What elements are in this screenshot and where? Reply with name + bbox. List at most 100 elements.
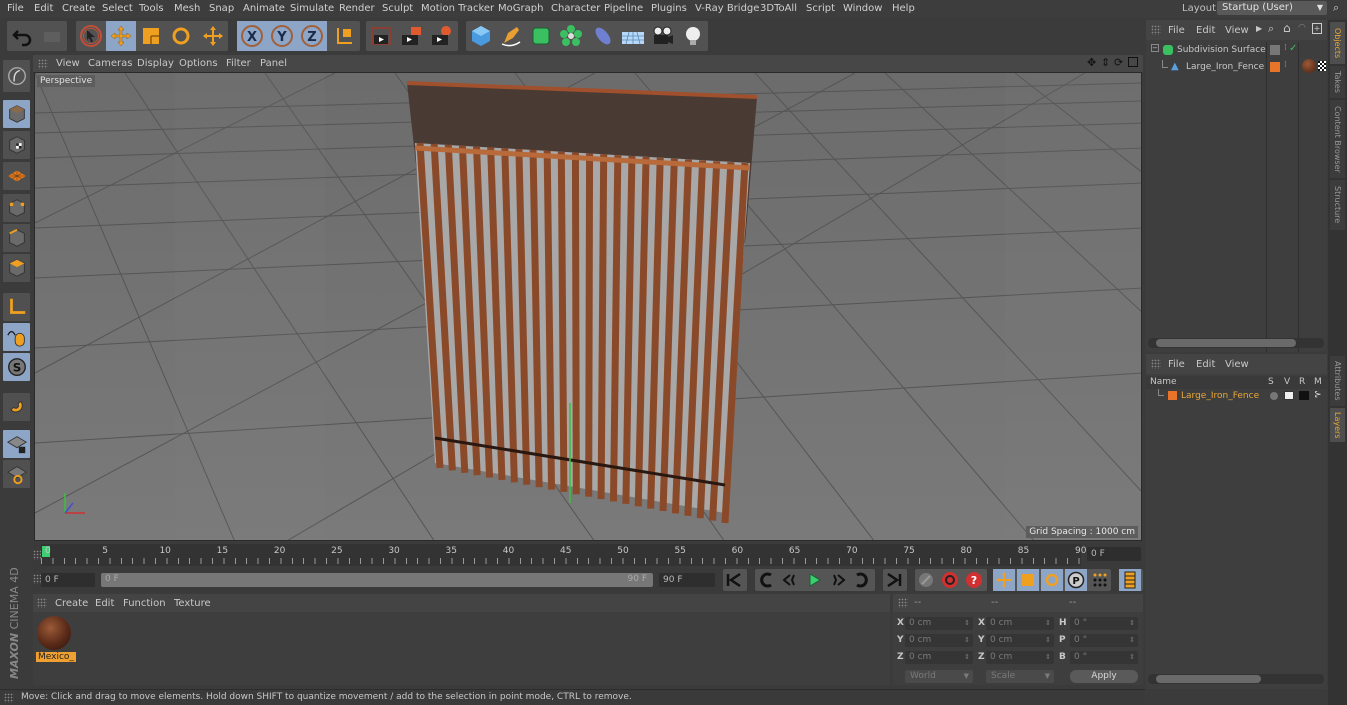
- menu-window[interactable]: Window: [843, 3, 882, 14]
- live-selection-button[interactable]: [76, 21, 106, 51]
- go-to-start-button[interactable]: [723, 569, 745, 591]
- tab-content-browser[interactable]: Content Browser: [1330, 100, 1345, 178]
- object-menu-view[interactable]: View: [1225, 25, 1249, 36]
- eye-icon[interactable]: ◠: [1298, 23, 1306, 33]
- subdivision-surface-button[interactable]: [526, 21, 556, 51]
- points-mode-button[interactable]: [3, 194, 30, 222]
- render-settings-button[interactable]: [426, 21, 456, 51]
- size-mode-dropdown[interactable]: Scale ▼: [986, 670, 1054, 683]
- menu-character[interactable]: Character: [551, 3, 600, 14]
- axis-mode-button[interactable]: [3, 293, 30, 321]
- viewport-menu-display[interactable]: Display: [137, 58, 174, 69]
- material-menu-texture[interactable]: Texture: [174, 598, 211, 609]
- layer-slot-icon[interactable]: [1270, 45, 1280, 55]
- size-y-field[interactable]: 0 cm ⇕: [986, 634, 1054, 647]
- layer-color-icon[interactable]: [1270, 62, 1280, 72]
- coordinate-mode-dropdown[interactable]: World ▼: [905, 670, 973, 683]
- horizontal-scrollbar[interactable]: [1148, 338, 1324, 348]
- model-mode-button[interactable]: [3, 100, 30, 128]
- menu-sculpt[interactable]: Sculpt: [382, 3, 413, 14]
- menu-file[interactable]: File: [7, 3, 24, 14]
- menu-help[interactable]: Help: [892, 3, 915, 14]
- size-z-field[interactable]: 0 cm ⇕: [986, 651, 1054, 664]
- workplane-button[interactable]: [3, 460, 30, 488]
- menu-pipeline[interactable]: Pipeline: [604, 3, 643, 14]
- panel-grip[interactable]: [1151, 359, 1161, 369]
- rot-h-field[interactable]: 0 ° ⇕: [1070, 617, 1138, 630]
- render-picture-viewer-button[interactable]: [396, 21, 426, 51]
- object-row-large-iron-fence[interactable]: ▲ Large_Iron_Fence ⁞: [1146, 59, 1327, 76]
- collapse-icon[interactable]: −: [1151, 44, 1159, 52]
- z-axis-button[interactable]: Z: [297, 21, 327, 51]
- menu-snap[interactable]: Snap: [209, 3, 234, 14]
- solo-toggle[interactable]: [1270, 392, 1278, 400]
- key-parameter-button[interactable]: P: [1065, 569, 1087, 591]
- scale-tool-button[interactable]: [136, 21, 166, 51]
- visible-toggle[interactable]: [1284, 391, 1294, 400]
- key-scale-button[interactable]: [1017, 569, 1039, 591]
- 3d-viewport[interactable]: Perspective Grid Spacing : 1000 cm: [34, 72, 1142, 541]
- render-view-button[interactable]: [366, 21, 396, 51]
- rot-b-field[interactable]: 0 ° ⇕: [1070, 651, 1138, 664]
- menu-create[interactable]: Create: [62, 3, 95, 14]
- keyframe-selection-button[interactable]: ?: [963, 569, 985, 591]
- layout-dropdown[interactable]: Startup (User) ▼: [1217, 1, 1327, 15]
- y-axis-button[interactable]: Y: [267, 21, 297, 51]
- material-tag-icon[interactable]: [1302, 59, 1316, 73]
- previous-key-button[interactable]: [755, 569, 777, 591]
- panel-grip[interactable]: [898, 598, 908, 608]
- timeline-ruler[interactable]: 0 5 10 15 20 25 30 35 40 45 50 55 60 65 70 75 80 85 90: [41, 544, 1086, 566]
- layer-menu-file[interactable]: File: [1168, 359, 1185, 370]
- pos-x-field[interactable]: 0 cm ⇕: [905, 617, 973, 630]
- layer-color-swatch[interactable]: [1168, 391, 1177, 400]
- move-view-icon[interactable]: ✥: [1087, 56, 1096, 69]
- menu-plugins[interactable]: Plugins: [651, 3, 687, 14]
- search-icon[interactable]: ⌕: [1333, 1, 1339, 15]
- viewport-menu-filter[interactable]: Filter: [226, 58, 251, 69]
- viewport-menu-options[interactable]: Options: [179, 58, 218, 69]
- panel-grip[interactable]: [4, 693, 14, 703]
- key-position-button[interactable]: [993, 569, 1015, 591]
- layer-menu-edit[interactable]: Edit: [1196, 359, 1215, 370]
- cube-button[interactable]: [466, 21, 496, 51]
- viewport-menu-cameras[interactable]: Cameras: [88, 58, 132, 69]
- visibility-dots-icon[interactable]: ⁞: [1284, 60, 1287, 70]
- material-menu-create[interactable]: Create: [55, 598, 88, 609]
- tab-attributes[interactable]: Attributes: [1330, 356, 1345, 406]
- enabled-check-icon[interactable]: ✓: [1289, 43, 1297, 54]
- tab-layers[interactable]: Layers: [1330, 408, 1345, 442]
- menu-tools[interactable]: Tools: [139, 3, 164, 14]
- menu-3dtoall[interactable]: 3DToAll: [760, 3, 797, 14]
- tab-takes[interactable]: Takes: [1330, 66, 1345, 98]
- panel-grip[interactable]: [1151, 25, 1161, 35]
- material-swatch[interactable]: Mexico_: [36, 616, 76, 662]
- current-frame-field[interactable]: 0 F: [1087, 547, 1141, 561]
- end-frame-field[interactable]: 90 F: [659, 573, 715, 587]
- light-button[interactable]: [678, 21, 708, 51]
- timeline-window-button[interactable]: [1119, 569, 1141, 591]
- range-slider[interactable]: 0 F 90 F: [101, 573, 653, 587]
- camera-button[interactable]: [648, 21, 678, 51]
- start-frame-field[interactable]: 0 F: [41, 573, 95, 587]
- menu-mograph[interactable]: MoGraph: [498, 3, 543, 14]
- previous-frame-button[interactable]: [779, 569, 801, 591]
- maximize-icon[interactable]: [1128, 57, 1138, 67]
- menu-edit[interactable]: Edit: [34, 3, 53, 14]
- make-editable-button[interactable]: [3, 60, 30, 92]
- pos-y-field[interactable]: 0 cm ⇕: [905, 634, 973, 647]
- menu-simulate[interactable]: Simulate: [290, 3, 334, 14]
- render-toggle[interactable]: [1299, 391, 1309, 400]
- workplane-mode-button[interactable]: [3, 162, 30, 190]
- manager-toggle[interactable]: ⊱: [1314, 390, 1322, 400]
- object-menu-edit[interactable]: Edit: [1196, 25, 1215, 36]
- tab-objects[interactable]: Objects: [1330, 22, 1345, 64]
- pen-spline-button[interactable]: [496, 21, 526, 51]
- workplane-lock-button[interactable]: [3, 430, 30, 458]
- viewport-menu-view[interactable]: View: [56, 58, 80, 69]
- key-rotation-button[interactable]: [1041, 569, 1063, 591]
- deformer-button[interactable]: [588, 21, 618, 51]
- menu-script[interactable]: Script: [806, 3, 835, 14]
- cloner-button[interactable]: [556, 21, 586, 51]
- undo-button[interactable]: [7, 21, 37, 51]
- next-key-button[interactable]: [851, 569, 873, 591]
